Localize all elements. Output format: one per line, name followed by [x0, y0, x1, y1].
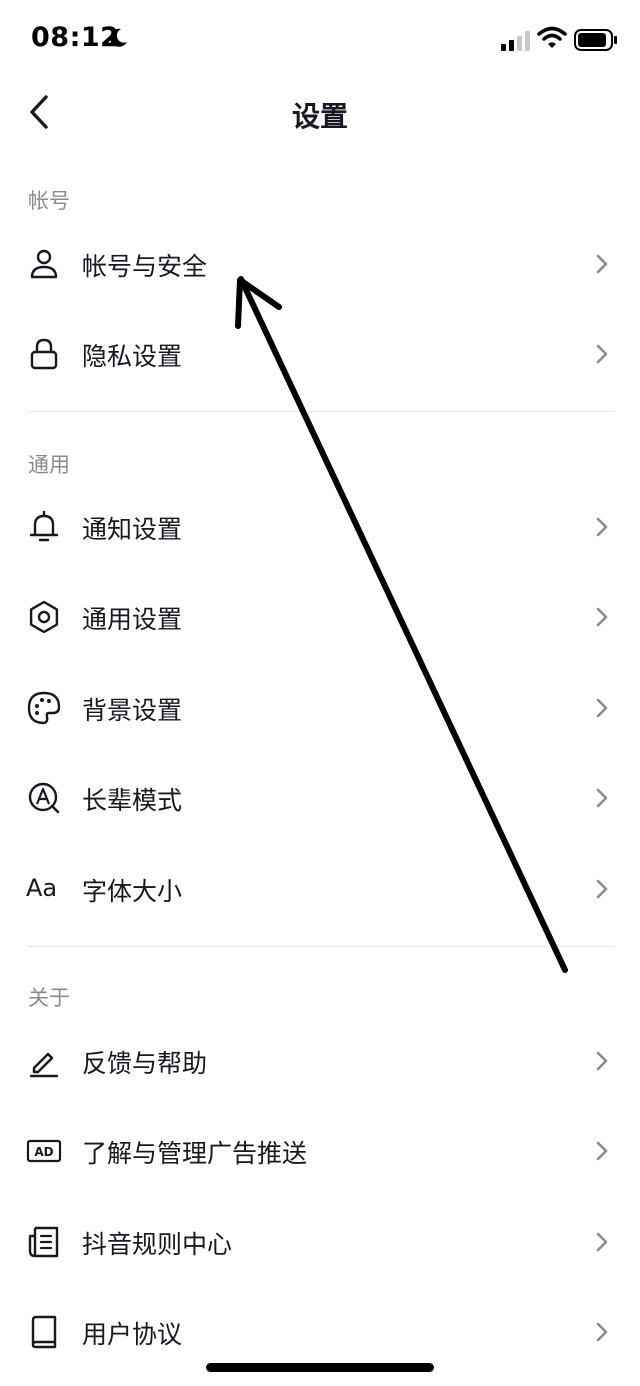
chevron-right-icon [596, 344, 608, 364]
chevron-right-icon [596, 1322, 608, 1342]
chevron-right-icon [596, 788, 608, 808]
settings-item-label: 通知设置 [82, 515, 183, 544]
chevron-right-icon [596, 1051, 608, 1071]
settings-item-label: 隐私设置 [82, 342, 183, 371]
chevron-right-icon [596, 879, 608, 899]
chevron-right-icon [596, 517, 608, 537]
chevron-right-icon [596, 254, 608, 274]
battery-icon [574, 29, 617, 51]
settings-item-label: 用户协议 [82, 1320, 183, 1349]
document-icon [28, 1226, 59, 1258]
status-bar: 08:12 [0, 0, 640, 80]
settings-item-label: 长辈模式 [82, 786, 183, 815]
moon-icon [110, 28, 127, 47]
gear-icon [29, 600, 59, 634]
palette-icon [27, 691, 61, 725]
settings-item-account-security[interactable]: 帐号与安全 [0, 219, 640, 309]
chevron-right-icon [596, 607, 608, 627]
settings-item-privacy[interactable]: 隐私设置 [0, 309, 640, 399]
settings-item-rules-center[interactable]: 抖音规则中心 [0, 1197, 640, 1287]
settings-item-elder-mode[interactable]: 长辈模式 [0, 753, 640, 843]
section-header-about: 关于 [28, 986, 70, 1010]
settings-item-label: 背景设置 [82, 696, 183, 725]
settings-item-label: 帐号与安全 [82, 252, 208, 281]
section-header-account: 帐号 [28, 189, 70, 213]
settings-item-general[interactable]: 通用设置 [0, 572, 640, 662]
font-size-icon: Aa [26, 871, 62, 907]
wifi-icon [537, 26, 567, 48]
nav-bar: 设置 [0, 80, 640, 146]
settings-item-notifications[interactable]: 通知设置 [0, 482, 640, 572]
settings-item-feedback[interactable]: 反馈与帮助 [0, 1016, 640, 1106]
book-icon [31, 1315, 57, 1349]
lock-icon [30, 338, 58, 370]
chevron-right-icon [596, 698, 608, 718]
bell-icon [29, 510, 59, 542]
ad-icon-text: AD [34, 1145, 53, 1159]
settings-item-label: 反馈与帮助 [82, 1049, 208, 1078]
cellular-signal-icon [501, 31, 530, 51]
pencil-icon [29, 1052, 59, 1078]
font-size-icon-text: Aa [26, 874, 58, 902]
chevron-right-icon [596, 1232, 608, 1252]
section-header-general: 通用 [28, 453, 70, 477]
settings-item-font-size[interactable]: Aa 字体大小 [0, 844, 640, 934]
ad-icon: AD [26, 1139, 62, 1163]
settings-item-background[interactable]: 背景设置 [0, 663, 640, 753]
page-title: 设置 [291, 100, 348, 133]
settings-item-label: 通用设置 [82, 605, 183, 634]
settings-item-label: 字体大小 [82, 877, 183, 906]
section-divider [28, 411, 613, 412]
elder-mode-icon [28, 782, 60, 814]
chevron-right-icon [596, 1141, 608, 1161]
home-indicator[interactable] [206, 1363, 434, 1372]
person-icon [30, 249, 58, 279]
settings-item-label: 了解与管理广告推送 [82, 1139, 308, 1168]
settings-item-label: 抖音规则中心 [82, 1230, 233, 1259]
settings-item-ad-management[interactable]: AD 了解与管理广告推送 [0, 1106, 640, 1196]
section-divider [28, 946, 613, 947]
